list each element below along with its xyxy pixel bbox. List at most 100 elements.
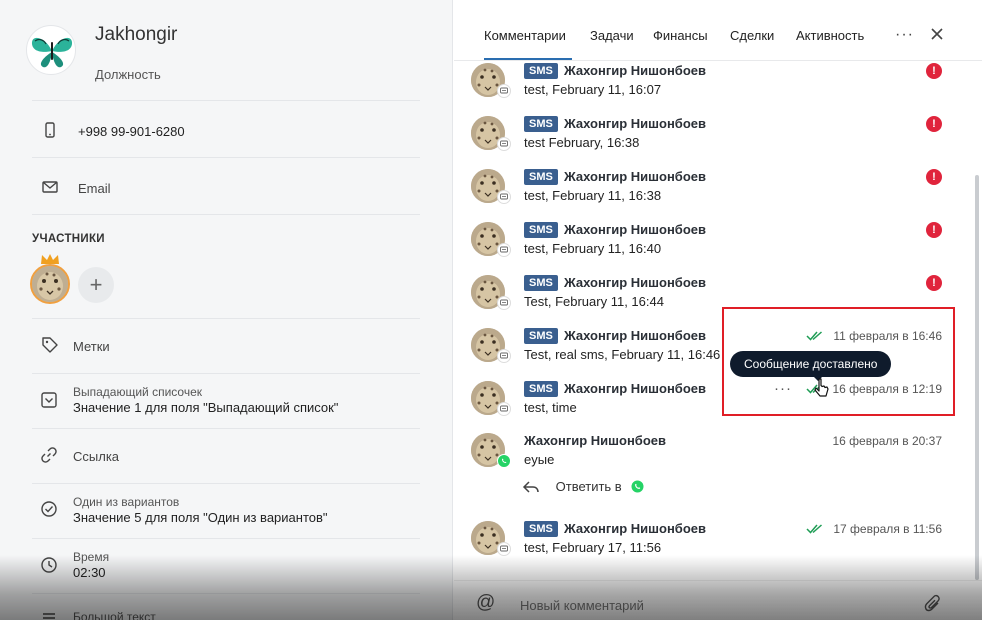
crm-contact-window: Jakhongir Должность +998 99-901-6280 Ema… bbox=[0, 0, 982, 620]
comment-item[interactable]: SMS Жахонгир Нишонбоев test, February 11, … bbox=[454, 60, 964, 110]
comment-text: test, February 11, 16:07 bbox=[524, 82, 662, 97]
sms-tag: SMS bbox=[524, 521, 558, 537]
comment-time: 16 февраля в 20:37 bbox=[832, 434, 942, 448]
sms-tag: SMS bbox=[524, 63, 558, 79]
sms-tag: SMS bbox=[524, 328, 558, 344]
butterfly-icon bbox=[31, 37, 73, 68]
reply-label: Ответить в bbox=[555, 479, 622, 495]
tab-comments[interactable]: Комментарии bbox=[484, 28, 566, 43]
sms-tag: SMS bbox=[524, 116, 558, 132]
comment-text: test, February 11, 16:40 bbox=[524, 241, 662, 256]
mail-icon bbox=[42, 181, 58, 193]
divider bbox=[32, 214, 420, 215]
comment-text: Test, real sms, February 11, 16:46 bbox=[524, 347, 721, 362]
divider bbox=[32, 318, 420, 319]
comment-author[interactable]: Жахонгир Нишонбоев bbox=[564, 381, 706, 396]
comment-author[interactable]: Жахонгир Нишонбоев bbox=[564, 521, 706, 536]
comment-text: test, February 17, 11:56 bbox=[524, 540, 662, 555]
comment-time: 17 февраля в 11:56 bbox=[833, 522, 942, 536]
mention-icon[interactable]: @ bbox=[476, 592, 495, 614]
comment-author[interactable]: Жахонгир Нишонбоев bbox=[564, 222, 706, 237]
divider bbox=[32, 100, 420, 101]
sms-channel-icon bbox=[497, 402, 511, 416]
reply-arrow-icon bbox=[522, 481, 539, 493]
contact-avatar[interactable] bbox=[26, 25, 76, 75]
comment-author[interactable]: Жахонгир Нишонбоев bbox=[524, 433, 666, 448]
whatsapp-icon bbox=[497, 454, 511, 468]
participant-avatar[interactable] bbox=[30, 264, 70, 304]
link-field[interactable]: Ссылка bbox=[73, 449, 119, 464]
email-field[interactable]: Email bbox=[78, 181, 111, 196]
delivery-tooltip: Сообщение доставлено bbox=[730, 351, 892, 377]
comment-item[interactable]: Жахонгир Нишонбоев eyыe 16 февраля в 20:37 bbox=[454, 430, 964, 480]
dropdown-field-label: Выпадающий списочек bbox=[73, 385, 203, 399]
time-field-value[interactable]: 02:30 bbox=[73, 565, 106, 580]
divider bbox=[32, 538, 420, 539]
tab-tasks[interactable]: Задачи bbox=[590, 28, 634, 43]
add-participant-button[interactable]: + bbox=[78, 267, 114, 303]
comment-text: test, February 11, 16:38 bbox=[524, 188, 662, 203]
sms-channel-icon bbox=[497, 190, 511, 204]
error-icon[interactable]: ! bbox=[926, 63, 942, 79]
comment-author[interactable]: Жахонгир Нишонбоев bbox=[564, 275, 706, 290]
link-icon bbox=[41, 447, 57, 463]
leopard-avatar-icon bbox=[32, 266, 68, 302]
text-lines-icon bbox=[43, 613, 55, 619]
tab-deals[interactable]: Сделки bbox=[730, 28, 774, 43]
error-icon[interactable]: ! bbox=[926, 275, 942, 291]
sms-tag: SMS bbox=[524, 169, 558, 185]
sms-channel-icon bbox=[497, 243, 511, 257]
error-icon[interactable]: ! bbox=[926, 222, 942, 238]
divider bbox=[32, 428, 420, 429]
sms-tag: SMS bbox=[524, 275, 558, 291]
sms-channel-icon bbox=[497, 296, 511, 310]
mouse-cursor-icon bbox=[814, 378, 829, 397]
contact-panel: Jakhongir Должность +998 99-901-6280 Ema… bbox=[0, 0, 453, 620]
radio-field-label: Один из вариантов bbox=[73, 495, 180, 509]
sms-tag: SMS bbox=[524, 222, 558, 238]
paperclip-icon[interactable] bbox=[924, 594, 942, 614]
comment-author[interactable]: Жахонгир Нишонбоев bbox=[564, 328, 706, 343]
comment-author[interactable]: Жахонгир Нишонбоев bbox=[564, 63, 706, 78]
bigtext-field-label[interactable]: Большой текст bbox=[73, 610, 156, 620]
comment-text: test, time bbox=[524, 400, 577, 415]
comment-item[interactable]: SMS Жахонгир Нишонбоев test, February 11, … bbox=[454, 219, 964, 269]
comment-author[interactable]: Жахонгир Нишонбоев bbox=[564, 169, 706, 184]
check-circle-icon bbox=[41, 501, 57, 517]
whatsapp-icon bbox=[631, 480, 644, 493]
sms-channel-icon bbox=[497, 137, 511, 151]
comment-author[interactable]: Жахонгир Нишонбоев bbox=[564, 116, 706, 131]
more-tabs-button[interactable]: ··· bbox=[895, 26, 914, 44]
comment-item[interactable]: SMS Жахонгир Нишонбоев test, February 11, … bbox=[454, 166, 964, 216]
participants-title: УЧАСТНИКИ bbox=[32, 233, 105, 245]
clock-icon bbox=[41, 557, 57, 573]
error-icon[interactable]: ! bbox=[926, 169, 942, 185]
feed-scrollbar[interactable] bbox=[975, 175, 979, 580]
tab-finances[interactable]: Финансы bbox=[653, 28, 708, 43]
contact-position[interactable]: Должность bbox=[95, 67, 161, 82]
sms-channel-icon bbox=[497, 542, 511, 556]
comment-item[interactable]: SMS Жахонгир Нишонбоев test, February 17, … bbox=[454, 518, 964, 568]
dropdown-field-value[interactable]: Значение 1 для поля "Выпадающий список" bbox=[73, 400, 338, 415]
dropdown-field-icon bbox=[41, 392, 57, 408]
comment-text: Test, February 11, 16:44 bbox=[524, 294, 664, 309]
comment-text: test February, 16:38 bbox=[524, 135, 640, 150]
sms-channel-icon bbox=[497, 84, 511, 98]
contact-name[interactable]: Jakhongir bbox=[95, 24, 177, 46]
error-icon[interactable]: ! bbox=[926, 116, 942, 132]
tags-field[interactable]: Метки bbox=[73, 339, 110, 354]
divider bbox=[32, 157, 420, 158]
phone-value[interactable]: +998 99-901-6280 bbox=[78, 124, 185, 139]
double-check-icon bbox=[806, 524, 822, 534]
radio-field-value[interactable]: Значение 5 для поля "Один из вариантов" bbox=[73, 510, 328, 525]
comment-item[interactable]: SMS Жахонгир Нишонбоев test February, 16:3… bbox=[454, 113, 964, 163]
reply-button[interactable]: Ответить в bbox=[522, 478, 644, 494]
comment-input[interactable]: Новый комментарий bbox=[520, 598, 644, 613]
sms-tag: SMS bbox=[524, 381, 558, 397]
close-icon[interactable] bbox=[930, 27, 944, 41]
phone-icon bbox=[45, 122, 55, 138]
activity-panel: Комментарии Задачи Финансы Сделки Активн… bbox=[454, 0, 982, 620]
divider bbox=[32, 593, 420, 594]
tab-activity[interactable]: Активность bbox=[796, 28, 864, 43]
divider bbox=[32, 483, 420, 484]
